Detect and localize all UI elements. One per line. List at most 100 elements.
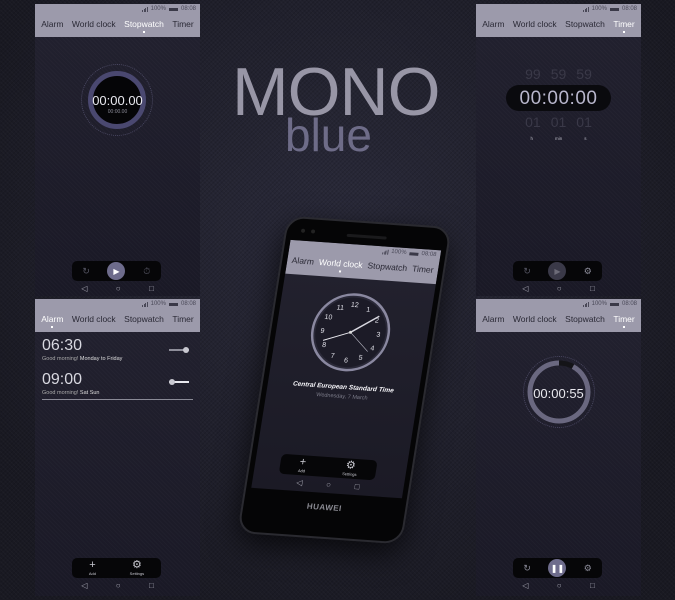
play-icon[interactable]: ▶ (548, 262, 567, 280)
recents-icon[interactable]: □ (149, 582, 154, 590)
add-button[interactable]: + Add (298, 456, 308, 473)
tab-world-clock[interactable]: World clock (318, 257, 363, 270)
signal-icon (382, 249, 389, 255)
battery-icon (609, 7, 619, 11)
tab-stopwatch[interactable]: Stopwatch (367, 260, 408, 273)
alarm-label: Good morning! (42, 390, 79, 396)
pause-icon[interactable]: ❚❚ (548, 559, 567, 577)
battery-percent: 100% (591, 6, 607, 12)
recents-icon[interactable]: □ (590, 285, 595, 293)
tab-timer[interactable]: Timer (172, 314, 193, 324)
earpiece (346, 233, 387, 240)
settings-icon: ⚙ (131, 559, 142, 571)
clock-time: 08:08 (621, 6, 637, 12)
app-bar: 100% 08:08 Alarm World clock Stopwatch T… (285, 239, 442, 285)
tab-stopwatch[interactable]: Stopwatch (124, 314, 164, 324)
battery-percent: 100% (591, 301, 607, 307)
settings-icon: ⚙ (344, 459, 357, 472)
tab-world-clock[interactable]: World clock (72, 314, 116, 324)
picker-hours-above[interactable]: 99 (525, 66, 541, 82)
settings-button[interactable]: ⚙ Settings (130, 559, 144, 577)
picker-above-row: 99 59 59 (476, 66, 641, 82)
signal-icon (142, 301, 148, 307)
play-icon[interactable]: ▶ (107, 262, 126, 280)
home-icon[interactable]: ○ (116, 285, 121, 293)
stopwatch-lap-time: 00:00.00 (107, 109, 128, 115)
nav-bar: ◁ ○ □ (35, 581, 200, 591)
tab-alarm[interactable]: Alarm (291, 255, 315, 266)
alarm-repeat: Sat Sun (79, 390, 100, 396)
back-icon[interactable]: ◁ (522, 285, 528, 293)
settings-icon[interactable]: ⚙ (581, 264, 595, 278)
recents-icon[interactable]: □ (590, 582, 595, 590)
picker-seconds-below[interactable]: 01 (576, 114, 592, 130)
timer-controls: ↻ ▶ ⚙ (513, 261, 602, 281)
alarm-toggle-off[interactable] (169, 379, 189, 385)
battery-icon (168, 302, 178, 306)
tab-world-clock[interactable]: World clock (513, 314, 557, 324)
tab-world-clock[interactable]: World clock (513, 19, 557, 29)
unit-seconds: s (584, 136, 587, 141)
alarm-item[interactable]: 06:30 Good morning! Monday to Friday (42, 337, 193, 362)
tab-alarm[interactable]: Alarm (41, 314, 63, 324)
tab-stopwatch[interactable]: Stopwatch (124, 19, 164, 29)
nav-bar: ◁ ○ □ (35, 284, 200, 294)
recents-icon[interactable]: □ (354, 482, 360, 491)
clock-number: 11 (336, 305, 344, 312)
battery-percent: 100% (150, 301, 166, 307)
alarm-label: Good morning! (42, 356, 79, 362)
world-clock-actions: + Add ⚙ Settings (278, 453, 378, 481)
status-bar: 100% 08:08 (382, 248, 437, 258)
battery-percent: 100% (390, 248, 407, 256)
alarm-toggle-on[interactable] (169, 347, 189, 353)
add-button[interactable]: + Add (89, 560, 96, 577)
home-icon[interactable]: ○ (557, 285, 562, 293)
world-clock-screen: 100% 08:08 Alarm World clock Stopwatch T… (251, 239, 442, 499)
tab-alarm[interactable]: Alarm (482, 314, 504, 324)
status-bar: 100% 08:08 (142, 301, 196, 307)
tab-timer[interactable]: Timer (613, 314, 634, 324)
reset-icon[interactable]: ↻ (520, 561, 534, 575)
settings-icon[interactable]: ⚙ (581, 561, 595, 575)
title-blue: blue (285, 109, 372, 161)
picker-minutes-above[interactable]: 59 (551, 66, 567, 82)
alarm-item[interactable]: 09:00 Good morning! Sat Sun (42, 371, 193, 396)
status-bar: 100% 08:08 (583, 301, 637, 307)
back-icon[interactable]: ◁ (296, 478, 304, 487)
tab-timer[interactable]: Timer (613, 19, 634, 29)
picker-minutes-below[interactable]: 01 (551, 114, 567, 130)
battery-icon (168, 7, 178, 11)
recents-icon[interactable]: □ (149, 285, 154, 293)
back-icon[interactable]: ◁ (522, 582, 528, 590)
analog-clock: 121234567891011 (310, 293, 391, 372)
back-icon[interactable]: ◁ (81, 582, 87, 590)
tab-alarm[interactable]: Alarm (482, 19, 504, 29)
clock-time: 08:08 (621, 301, 637, 307)
tab-stopwatch[interactable]: Stopwatch (565, 314, 605, 324)
reset-icon[interactable]: ↻ (520, 264, 534, 278)
home-icon[interactable]: ○ (557, 582, 562, 590)
back-icon[interactable]: ◁ (81, 285, 87, 293)
tab-alarm[interactable]: Alarm (41, 19, 63, 29)
clock-number: 10 (324, 314, 333, 321)
tab-timer[interactable]: Timer (172, 19, 193, 29)
lap-icon[interactable]: ⏱ (140, 264, 154, 278)
home-icon[interactable]: ○ (116, 582, 121, 590)
nav-bar: ◁ ○ □ (476, 284, 641, 294)
tab-stopwatch[interactable]: Stopwatch (565, 19, 605, 29)
picker-seconds-above[interactable]: 59 (576, 66, 592, 82)
tab-world-clock[interactable]: World clock (72, 19, 116, 29)
tab-timer[interactable]: Timer (411, 263, 434, 274)
reset-icon[interactable]: ↻ (79, 264, 93, 278)
signal-icon (142, 6, 148, 12)
signal-icon (583, 301, 589, 307)
settings-button[interactable]: ⚙ Settings (342, 459, 359, 477)
home-icon[interactable]: ○ (325, 480, 331, 489)
timer-value[interactable]: 00:00:00 (476, 88, 641, 110)
timer-remaining: 00:00:55 (533, 386, 584, 401)
add-icon: + (298, 456, 308, 469)
picker-hours-below[interactable]: 01 (525, 114, 541, 130)
timer-setup-screen: 100% 08:08 Alarm World clock Stopwatch T… (476, 4, 641, 296)
stopwatch-time: 00:00.00 (92, 93, 143, 108)
clock-time: 08:08 (180, 6, 196, 12)
